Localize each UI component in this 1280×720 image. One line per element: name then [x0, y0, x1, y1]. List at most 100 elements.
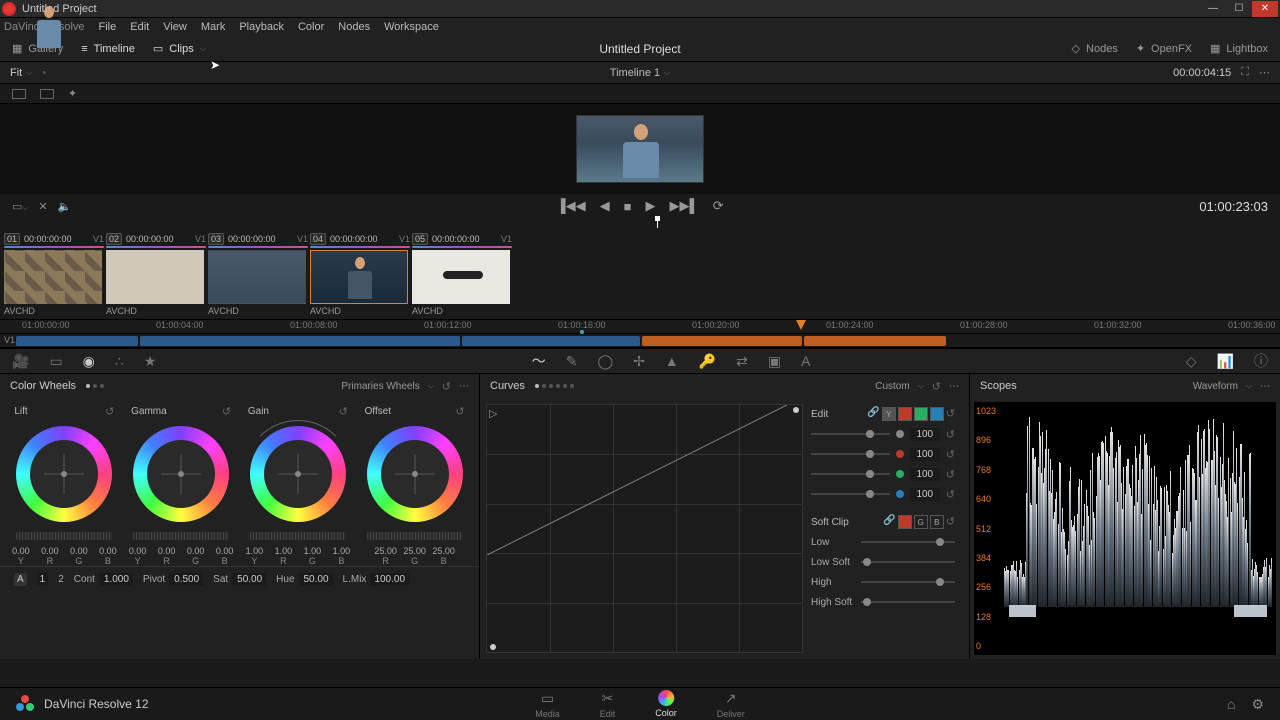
nodes-button[interactable]: ◇Nodes: [1072, 42, 1118, 55]
blur-icon[interactable]: ▲: [665, 353, 679, 369]
last-frame-button[interactable]: ▶▶▌: [669, 198, 698, 214]
bypass-icon[interactable]: ▭⌵: [12, 200, 28, 213]
close-button[interactable]: ✕: [1252, 1, 1278, 17]
color-page[interactable]: Color: [655, 690, 677, 719]
menu-nodes[interactable]: Nodes: [338, 21, 370, 33]
gain-jog[interactable]: [250, 532, 346, 540]
reset-icon[interactable]: ↺: [105, 405, 114, 418]
sat-value[interactable]: 50.00: [232, 573, 266, 586]
reset-icon[interactable]: ↺: [455, 405, 464, 418]
media-page[interactable]: ▭Media: [535, 690, 560, 719]
lift-jog[interactable]: [16, 532, 112, 540]
reset-icon[interactable]: ↺: [946, 468, 955, 481]
reset-icon[interactable]: ↺: [932, 380, 941, 393]
timeline-button[interactable]: ≡Timeline: [81, 43, 135, 55]
clip-01[interactable]: 0100:00:00:00V1 AVCHD: [4, 232, 104, 317]
lowsoft-slider[interactable]: [861, 561, 955, 563]
edit-page[interactable]: ✂Edit: [600, 690, 616, 719]
viewer-scrubber[interactable]: [0, 218, 1280, 230]
star-icon[interactable]: ★: [144, 353, 157, 370]
b-channel[interactable]: B: [930, 515, 944, 529]
contrast-value[interactable]: 1.000: [99, 573, 133, 586]
hue-value[interactable]: 50.00: [299, 573, 333, 586]
camera-icon[interactable]: 🎥: [12, 353, 29, 370]
reset-icon[interactable]: ↺: [946, 448, 955, 461]
high-slider[interactable]: [861, 581, 955, 583]
wheels-mode[interactable]: Primaries Wheels: [341, 381, 419, 392]
b-channel[interactable]: [930, 407, 944, 421]
r-slider[interactable]: [811, 453, 890, 455]
scopes-mode[interactable]: Waveform: [1193, 381, 1238, 392]
reset-icon[interactable]: ↺: [222, 405, 231, 418]
menu-edit[interactable]: Edit: [130, 21, 149, 33]
b-slider[interactable]: [811, 493, 890, 495]
g-channel[interactable]: [914, 407, 928, 421]
gamma-jog[interactable]: [133, 532, 229, 540]
link-icon[interactable]: 🔗: [867, 407, 879, 421]
y-slider[interactable]: [811, 433, 890, 435]
r-channel[interactable]: [898, 515, 912, 529]
menu-color[interactable]: Color: [298, 21, 324, 33]
pivot-value[interactable]: 0.500: [169, 573, 203, 586]
menu-workspace[interactable]: Workspace: [384, 21, 439, 33]
menu-file[interactable]: File: [99, 21, 117, 33]
tracker-icon[interactable]: ✢: [633, 353, 645, 370]
deliver-page[interactable]: ↗Deliver: [717, 690, 745, 719]
info-icon[interactable]: ⓘ: [1254, 351, 1268, 371]
keyframe-icon[interactable]: ◇: [1186, 353, 1197, 370]
expand-icon[interactable]: ▷: [489, 407, 497, 420]
reset-icon[interactable]: ↺: [946, 515, 955, 529]
clip-04[interactable]: 0400:00:00:00V1 AVCHD: [310, 232, 410, 317]
playhead[interactable]: [796, 320, 806, 330]
a-button[interactable]: A: [14, 573, 27, 586]
expand-icon[interactable]: ⛶: [1241, 66, 1249, 79]
g-slider[interactable]: [811, 473, 890, 475]
highsoft-slider[interactable]: [861, 601, 955, 603]
page-1[interactable]: 1: [37, 573, 49, 586]
clips-button[interactable]: ▭Clips⌵: [153, 42, 206, 55]
more-icon[interactable]: ⋯: [949, 381, 959, 392]
split-icon[interactable]: ✕: [38, 200, 47, 213]
reset-icon[interactable]: ↺: [946, 488, 955, 501]
3d-icon[interactable]: ▣: [768, 353, 781, 370]
scopes-tab-icon[interactable]: 📊: [1217, 353, 1234, 370]
play-button[interactable]: ▶: [645, 198, 655, 214]
gamma-wheel[interactable]: [133, 426, 229, 522]
clip-03[interactable]: 0300:00:00:00V1 AVCHD: [208, 232, 308, 317]
view-mode-2[interactable]: [40, 89, 54, 99]
reset-icon[interactable]: ↺: [946, 428, 955, 441]
g-channel[interactable]: G: [914, 515, 928, 529]
prev-button[interactable]: ◀: [600, 198, 610, 214]
reset-icon[interactable]: ↺: [339, 405, 348, 418]
r-channel[interactable]: [898, 407, 912, 421]
curve-point[interactable]: [490, 644, 496, 650]
loop-button[interactable]: ⟳: [713, 198, 724, 214]
openfx-button[interactable]: ✦OpenFX: [1136, 42, 1192, 55]
picker-icon[interactable]: ✎: [566, 353, 578, 370]
clip-05[interactable]: 0500:00:00:00V1 AVCHD: [412, 232, 512, 317]
timeline-name[interactable]: Timeline 1⌵: [610, 67, 670, 79]
curve-point[interactable]: [793, 407, 799, 413]
home-icon[interactable]: ⌂: [1227, 696, 1235, 713]
view-mode-1[interactable]: [12, 89, 26, 99]
gain-wheel[interactable]: [250, 426, 346, 522]
offset-jog[interactable]: [367, 532, 463, 540]
curve-graph[interactable]: ▷: [486, 404, 803, 653]
text-icon[interactable]: A: [801, 353, 810, 369]
menu-view[interactable]: View: [163, 21, 187, 33]
fit-dropdown[interactable]: Fit⌵: [10, 67, 32, 79]
audio-icon[interactable]: 🔈: [58, 200, 72, 213]
first-frame-button[interactable]: ▐◀◀: [556, 198, 585, 214]
curves-tab-icon[interactable]: 〜: [532, 351, 546, 371]
low-slider[interactable]: [861, 541, 955, 543]
more-icon[interactable]: ⋯: [1260, 381, 1270, 392]
points-icon[interactable]: ∴: [115, 353, 124, 370]
y-channel[interactable]: Y: [882, 407, 896, 421]
stop-button[interactable]: ■: [624, 199, 632, 214]
timeline-ruler[interactable]: 01:00:00:00 01:00:04:00 01:00:08:00 01:0…: [0, 320, 1280, 334]
reset-icon[interactable]: ↺: [442, 380, 451, 393]
curves-mode[interactable]: Custom: [875, 381, 909, 392]
wheels-tab-icon[interactable]: ◉: [83, 353, 95, 370]
key-icon[interactable]: 🔑: [699, 353, 716, 370]
more-icon[interactable]: ⋯: [459, 381, 469, 392]
